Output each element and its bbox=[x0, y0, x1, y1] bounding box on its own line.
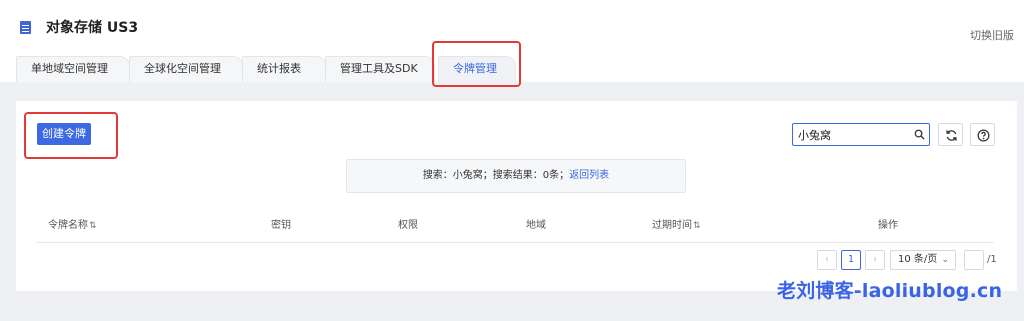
chevron-right-icon: › bbox=[873, 254, 877, 265]
column-label: 操作 bbox=[878, 220, 898, 231]
tab-label: 统计报表 bbox=[257, 62, 301, 75]
page-size-select[interactable]: 10 条/页 ⌄ bbox=[890, 250, 956, 270]
column-header-expire-time[interactable]: 过期时间⇅ bbox=[652, 216, 701, 231]
tab-label: 管理工具及SDK bbox=[340, 62, 418, 75]
page-jump-input[interactable] bbox=[964, 250, 984, 270]
chevron-left-icon: ‹ bbox=[825, 254, 829, 265]
back-to-list-link[interactable]: 返回列表 bbox=[569, 170, 609, 181]
column-label: 地域 bbox=[526, 220, 546, 231]
help-icon bbox=[977, 129, 990, 142]
tab-global[interactable]: 全球化空间管理 bbox=[129, 56, 243, 82]
prev-page-button[interactable]: ‹ bbox=[817, 250, 837, 270]
column-header-region: 地域 bbox=[526, 216, 546, 231]
chevron-down-icon: ⌄ bbox=[941, 255, 949, 265]
search-icon[interactable] bbox=[914, 129, 925, 140]
tab-tools-sdk[interactable]: 管理工具及SDK bbox=[325, 56, 435, 82]
sort-icon[interactable]: ⇅ bbox=[89, 221, 97, 231]
search-result-text: 搜索：小兔窝；搜索结果：0条； bbox=[422, 170, 570, 181]
column-header-token-name[interactable]: 令牌名称⇅ bbox=[48, 216, 97, 231]
page-total: /1 bbox=[987, 254, 997, 265]
search-input[interactable] bbox=[798, 127, 908, 143]
document-icon bbox=[20, 21, 31, 34]
tab-highlight-box bbox=[432, 41, 521, 87]
column-label: 过期时间 bbox=[652, 220, 692, 231]
page-title: 对象存储 US3 bbox=[46, 20, 139, 36]
page-size-value: 10 条/页 bbox=[898, 254, 938, 265]
help-button[interactable] bbox=[970, 123, 995, 146]
column-label: 密钥 bbox=[271, 220, 291, 231]
switch-old-version-link[interactable]: 切换旧版 bbox=[970, 27, 1014, 43]
column-label: 令牌名称 bbox=[48, 220, 88, 231]
column-header-key: 密钥 bbox=[271, 216, 291, 231]
next-page-button[interactable]: › bbox=[865, 250, 885, 270]
tab-label: 全球化空间管理 bbox=[144, 62, 221, 75]
refresh-icon bbox=[946, 130, 957, 141]
search-field[interactable] bbox=[792, 123, 930, 146]
create-highlight-box bbox=[24, 112, 118, 159]
search-result-bar: 搜索：小兔窝；搜索结果：0条；返回列表 bbox=[346, 159, 686, 193]
tab-statistics[interactable]: 统计报表 bbox=[242, 56, 326, 82]
table-divider bbox=[36, 242, 994, 243]
column-label: 权限 bbox=[398, 220, 418, 231]
column-header-actions: 操作 bbox=[878, 216, 898, 231]
watermark: 老刘博客-laoliublog.cn bbox=[777, 280, 1003, 302]
page-number-button[interactable]: 1 bbox=[841, 250, 861, 270]
tab-single-region[interactable]: 单地域空间管理 bbox=[16, 56, 130, 82]
refresh-button[interactable] bbox=[938, 123, 963, 146]
column-header-permission: 权限 bbox=[398, 216, 418, 231]
sort-icon[interactable]: ⇅ bbox=[693, 221, 701, 231]
tab-label: 单地域空间管理 bbox=[31, 62, 108, 75]
